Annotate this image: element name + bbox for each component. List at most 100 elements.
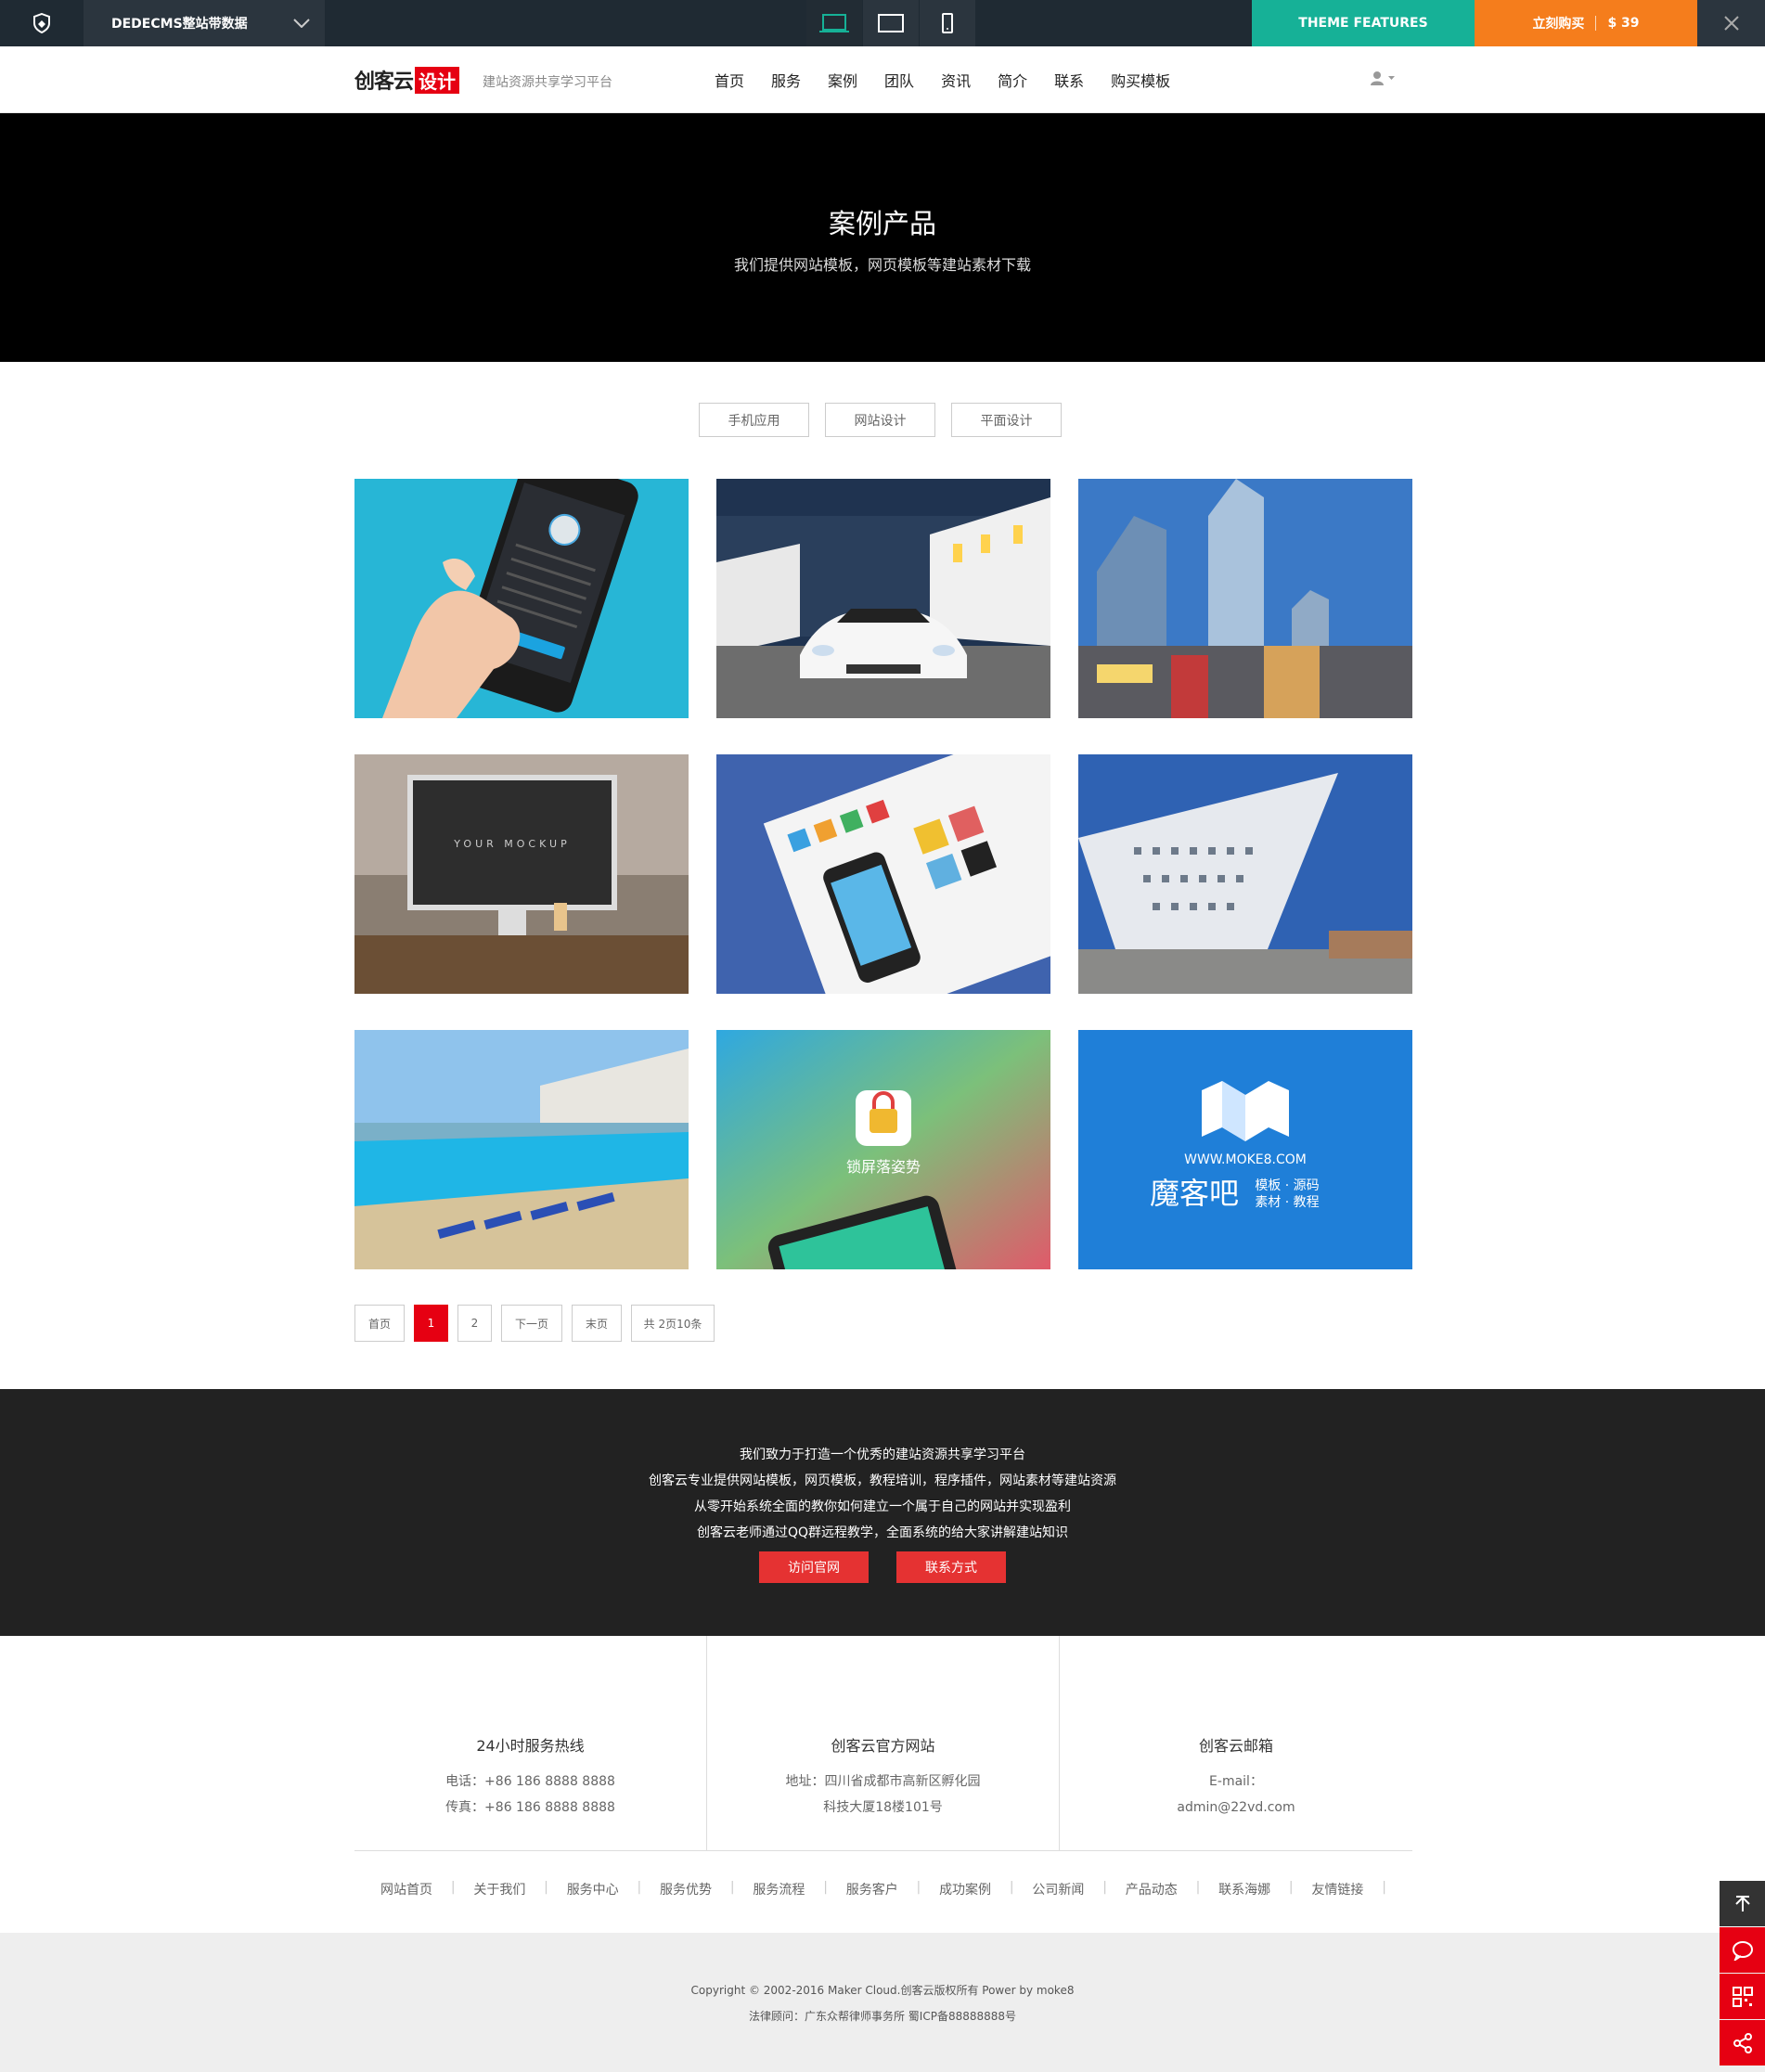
link-divider: | [637,1880,642,1895]
back-to-top-button[interactable] [1720,1881,1765,1926]
contact-info: 24小时服务热线 电话：+86 186 8888 8888 传真：+86 186… [354,1636,1412,1851]
floating-sidebar [1720,1881,1765,2066]
email-title: 创客云邮箱 [1198,1737,1273,1755]
link-divider: | [1382,1880,1386,1895]
case-card-moke8-brand[interactable]: WWW.MOKE8.COM 魔客吧 模板 · 源码 素材 · 教程 [1078,1030,1412,1269]
footer-link-friends[interactable]: 友情链接 [1311,1880,1363,1898]
footer-link-cases[interactable]: 成功案例 [939,1880,991,1898]
device-switcher [805,0,975,46]
nav-buy[interactable]: 购买模板 [1111,69,1170,91]
link-divider: | [450,1880,456,1895]
theme-select-label: DEDECMS整站带数据 [111,17,248,32]
footer-line-1: 我们致力于打造一个优秀的建站资源共享学习平台 [740,1448,1025,1462]
moke8-brand-name: 魔客吧 [1150,1176,1239,1211]
nav-team[interactable]: 团队 [884,69,914,91]
site-tagline: 建站资源共享学习平台 [483,75,612,90]
case-card-beach-pool[interactable] [354,1030,689,1269]
footer-link-process[interactable]: 服务流程 [753,1880,805,1898]
nav-news[interactable]: 资讯 [941,69,971,91]
page-hero: 案例产品 我们提供网站模板，网页模板等建站素材下载 [0,113,1765,362]
footer-intro-text: 我们致力于打造一个优秀的建站资源共享学习平台 创客云专业提供网站模板，网页模板，… [0,1442,1765,1546]
price-label: $ 39 [1607,16,1640,31]
case-card-triangle-building[interactable] [1078,754,1412,994]
pager-next[interactable]: 下一页 [501,1305,562,1342]
filter-graphic-design[interactable]: 平面设计 [951,403,1062,437]
chat-button[interactable] [1720,1927,1765,1973]
category-filters: 手机应用 网站设计 平面设计 [699,403,1062,437]
footer-intro: 我们致力于打造一个优秀的建站资源共享学习平台 创客云专业提供网站模板，网页模板，… [0,1389,1765,1636]
case-card-samsung-app[interactable] [716,754,1050,994]
buy-divider [1595,16,1597,31]
theme-features-button[interactable]: THEME FEATURES [1252,0,1475,46]
close-preview-button[interactable] [1697,0,1765,46]
close-icon [1723,16,1739,31]
contact-info-button[interactable]: 联系方式 [896,1551,1006,1583]
page-title: 案例产品 [828,208,936,239]
email-label: E-mail： [1209,1774,1263,1789]
user-menu[interactable] [1370,71,1395,85]
footer-link-about[interactable]: 关于我们 [473,1880,525,1898]
qrcode-button[interactable] [1720,1974,1765,2019]
pager-total: 共 2页10条 [631,1305,715,1342]
site-logo[interactable]: 创客云 设计 [354,65,460,95]
share-button[interactable] [1720,2020,1765,2066]
pager-page-1[interactable]: 1 [414,1305,448,1342]
nav-contact[interactable]: 联系 [1054,69,1084,91]
visit-site-button[interactable]: 访问官网 [759,1551,869,1583]
link-divider: | [1288,1880,1294,1895]
legal-text: 法律顾问：广东众帮律师事务所 蜀ICP备88888888号 [748,2010,1017,2023]
desktop-view-button[interactable] [805,0,862,46]
nav-home[interactable]: 首页 [715,69,744,91]
nav-services[interactable]: 服务 [771,69,801,91]
chat-icon [1732,1940,1753,1961]
case-card-desktop-mockup[interactable]: YOUR MOCKUP [354,754,689,994]
case-card-sports-car[interactable] [716,479,1050,718]
theme-select[interactable]: DEDECMS整站带数据 [84,0,325,46]
buy-label: 立刻购买 [1532,17,1585,32]
footer-line-4: 创客云老师通过QQ群远程教学，全面系统的给大家讲解建站知识 [696,1525,1069,1540]
moke8-tag2: 素材 · 教程 [1255,1195,1319,1210]
moke8-image: WWW.MOKE8.COM 魔客吧 模板 · 源码 素材 · 教程 [1078,1030,1412,1269]
moke8-url: WWW.MOKE8.COM [1184,1152,1307,1167]
pager-page-2[interactable]: 2 [457,1305,492,1342]
moke8-tag1: 模板 · 源码 [1255,1178,1319,1193]
building-image [1078,754,1412,994]
caret-down-icon [1388,76,1395,80]
case-card-glass-towers[interactable] [1078,479,1412,718]
footer-link-news[interactable]: 公司新闻 [1032,1880,1084,1898]
pool-image [354,1030,689,1269]
contact-email: 创客云邮箱 E-mail： admin@22vd.com [1060,1636,1412,1851]
page-subtitle: 我们提供网站模板，网页模板等建站素材下载 [733,256,1031,274]
tablet-view-button[interactable] [862,0,919,46]
filter-mobile-apps[interactable]: 手机应用 [699,403,809,437]
case-grid: YOUR MOCKUP 锁屏落姿势 WWW.MOKE8.COM 魔客吧 模板 ·… [354,479,1412,1269]
link-divider: | [1195,1880,1201,1895]
logo-text: 创客云 [354,71,414,94]
nav-cases[interactable]: 案例 [828,69,857,91]
footer-buttons: 访问官网 联系方式 [0,1551,1765,1583]
filter-web-design[interactable]: 网站设计 [825,403,935,437]
preview-topbar: DEDECMS整站带数据 THEME FEATURES 立刻购买 $ 39 [0,0,1765,46]
footer-link-products[interactable]: 产品动态 [1126,1880,1178,1898]
pagination: 首页 1 2 下一页 末页 共 2页10条 [354,1305,715,1342]
contact-website: 创客云官方网站 地址：四川省成都市高新区孵化园 科技大厦18楼101号 [707,1636,1060,1851]
case-card-lockscreen-app[interactable]: 锁屏落姿势 [716,1030,1050,1269]
footer-link-contact[interactable]: 联系海娜 [1218,1880,1270,1898]
footer-link-home[interactable]: 网站首页 [380,1880,432,1898]
pager-first[interactable]: 首页 [354,1305,405,1342]
website-address-1: 地址：四川省成都市高新区孵化园 [785,1774,981,1789]
footer-link-service-center[interactable]: 服务中心 [567,1880,619,1898]
buy-now-button[interactable]: 立刻购买 $ 39 [1475,0,1697,46]
chevron-down-icon [293,19,310,28]
footer-link-clients[interactable]: 服务客户 [846,1880,898,1898]
mobile-view-button[interactable] [919,0,975,46]
footer-link-advantages[interactable]: 服务优势 [660,1880,712,1898]
website-address-2: 科技大厦18楼101号 [823,1800,943,1815]
email-address[interactable]: admin@22vd.com [1060,1795,1412,1821]
nav-about[interactable]: 简介 [998,69,1027,91]
case-card-phone-app[interactable] [354,479,689,718]
logo-highlight: 设计 [415,66,460,94]
shield-logo-icon[interactable] [0,0,84,46]
pager-last[interactable]: 末页 [572,1305,622,1342]
mockup-image: YOUR MOCKUP [354,754,689,994]
